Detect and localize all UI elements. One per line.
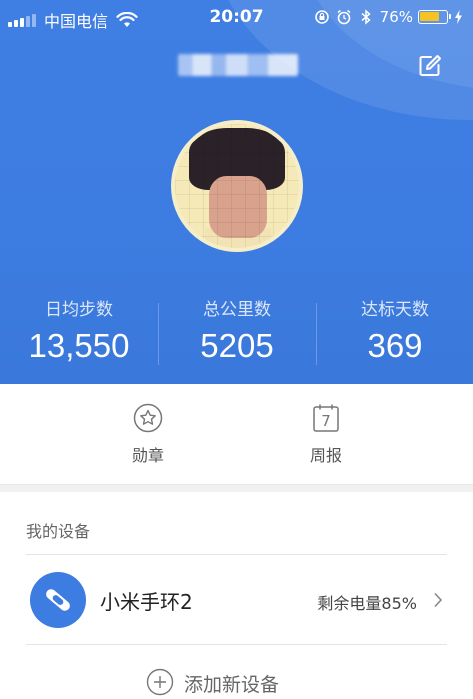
calendar-7-icon: 7 [313, 404, 339, 432]
device-name: 小米手环2 [100, 590, 193, 614]
divider [26, 554, 447, 555]
stat-total-km: 总公里数 5205 [158, 295, 316, 365]
alarm-icon [337, 9, 351, 25]
badges-button[interactable]: 勋章 [98, 402, 198, 466]
bluetooth-icon [361, 9, 371, 25]
edit-icon[interactable] [418, 54, 442, 78]
battery-icon [418, 10, 451, 24]
stat-goal-days: 达标天数 369 [316, 295, 473, 365]
star-medal-icon [133, 403, 163, 433]
badges-label: 勋章 [131, 446, 164, 465]
plus-circle-icon [146, 668, 174, 696]
charging-icon [455, 10, 462, 24]
device-row[interactable]: 小米手环2 剩余电量85% [0, 556, 473, 644]
stat-label: 达标天数 [361, 300, 429, 320]
weekly-report-label: 周报 [309, 446, 342, 465]
add-device-label: 添加新设备 [184, 674, 280, 696]
battery-percent: 76% [379, 8, 413, 26]
rotation-lock-icon [314, 10, 329, 24]
profile-header: 中国电信 20:07 76% 日均步数 13,550 总公里数 5205 达标天… [0, 0, 473, 384]
quick-actions: 勋章 7 周报 [0, 384, 473, 484]
weekly-report-button[interactable]: 7 周报 [276, 402, 376, 466]
device-battery: 剩余电量85% [317, 594, 417, 613]
section-gap [0, 484, 473, 492]
username-blurred [178, 54, 298, 76]
band-icon [30, 572, 86, 628]
stats-row: 日均步数 13,550 总公里数 5205 达标天数 369 [0, 295, 473, 375]
stat-value: 5205 [200, 327, 274, 364]
stat-label: 日均步数 [45, 300, 113, 320]
stat-value: 369 [367, 327, 423, 364]
add-device-button[interactable]: 添加新设备 [0, 668, 473, 699]
divider [26, 644, 447, 645]
stat-value: 13,550 [28, 327, 130, 364]
my-devices-section: 我的设备 小米手环2 剩余电量85% 添加新设备 [0, 492, 473, 699]
section-title: 我的设备 [26, 522, 91, 541]
stat-daily-steps: 日均步数 13,550 [0, 295, 158, 365]
avatar[interactable] [171, 120, 303, 252]
chevron-right-icon [434, 592, 443, 608]
stat-label: 总公里数 [203, 300, 271, 320]
svg-text:7: 7 [321, 412, 331, 430]
status-bar: 中国电信 20:07 76% [0, 0, 473, 36]
